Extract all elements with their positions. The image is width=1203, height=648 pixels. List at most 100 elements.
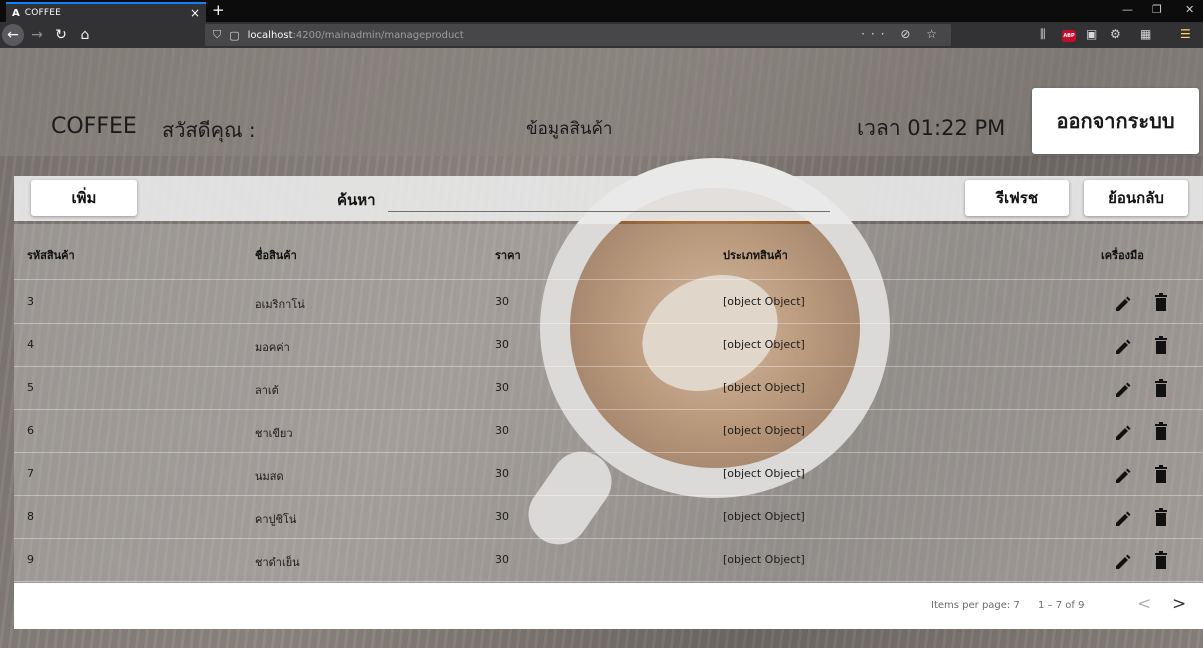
edit-icon[interactable] — [1113, 420, 1133, 442]
cell-product-name: ชาดำเย็น — [255, 556, 300, 569]
cell-product-name: อเมริกาโน่ — [255, 298, 305, 311]
cell-product-price: 30 — [495, 553, 509, 566]
edit-icon[interactable] — [1113, 506, 1133, 528]
url-path: :4200/mainadmin/manageproduct — [292, 29, 464, 41]
cell-product-id: 3 — [27, 295, 34, 308]
table-row: 7 นมสด 30 [object Object] — [14, 453, 1203, 496]
cell-product-type: [object Object] — [723, 467, 805, 480]
cell-product-type: [object Object] — [723, 338, 805, 351]
page-title: ข้อมูลสินค้า — [526, 119, 613, 139]
cell-product-price: 30 — [495, 381, 509, 394]
delete-icon[interactable] — [1151, 420, 1171, 442]
browser-tab[interactable]: A COFFEE × — [6, 2, 206, 22]
table-header-row: รหัสสินค้า ชื่อสินค้า ราคา ประเภทสินค้า … — [14, 224, 1203, 280]
column-header-name[interactable]: ชื่อสินค้า — [255, 246, 297, 264]
items-per-page-label[interactable]: Items per page: 7 — [931, 600, 1020, 611]
library-icon[interactable]: ⫼ — [1040, 27, 1046, 42]
search-input[interactable] — [388, 184, 830, 212]
edit-icon[interactable] — [1113, 291, 1133, 313]
search-label: ค้นหา — [337, 191, 376, 209]
edit-icon[interactable] — [1113, 549, 1133, 571]
edit-icon[interactable] — [1113, 463, 1133, 485]
table-row: 4 มอคค่า 30 [object Object] — [14, 324, 1203, 367]
adblock-icon[interactable]: ABP — [1062, 30, 1076, 42]
cell-product-price: 30 — [495, 338, 509, 351]
close-window-icon[interactable]: ✕ — [1185, 3, 1194, 16]
column-header-price[interactable]: ราคา — [495, 246, 521, 264]
cell-product-price: 30 — [495, 295, 509, 308]
cell-product-price: 30 — [495, 424, 509, 437]
table-row: 3 อเมริกาโน่ 30 [object Object] — [14, 281, 1203, 324]
reload-icon[interactable]: ↻ — [50, 24, 72, 46]
url-bar[interactable]: ⛉ ▢ localhost:4200/mainadmin/manageprodu… — [205, 24, 951, 46]
product-table: รหัสสินค้า ชื่อสินค้า ราคา ประเภทสินค้า … — [14, 224, 1203, 629]
column-header-tools: เครื่องมือ — [1101, 249, 1144, 262]
refresh-button[interactable]: รีเฟรช — [965, 180, 1069, 216]
delete-icon[interactable] — [1151, 334, 1171, 356]
cell-product-id: 9 — [27, 553, 34, 566]
add-product-button[interactable]: เพิ่ม — [31, 180, 137, 216]
cell-product-price: 30 — [495, 510, 509, 523]
column-header-type[interactable]: ประเภทสินค้า — [723, 246, 788, 264]
reader-icon[interactable]: ▣ — [1086, 27, 1097, 41]
delete-icon[interactable] — [1151, 463, 1171, 485]
tab-favicon-icon: A — [12, 7, 20, 19]
table-row: 9 ชาดำเย็น 30 [object Object] — [14, 539, 1203, 582]
page-icon: ▢ — [229, 28, 240, 42]
cell-product-name: มอคค่า — [255, 341, 290, 354]
menu-icon[interactable]: ☰ — [1180, 27, 1191, 41]
delete-icon[interactable] — [1151, 377, 1171, 399]
edit-icon[interactable] — [1113, 334, 1133, 356]
cell-product-type: [object Object] — [723, 381, 805, 394]
delete-icon[interactable] — [1151, 549, 1171, 571]
paginator: Items per page: 7 1 – 7 of 9 < > — [14, 583, 1203, 629]
cell-product-price: 30 — [495, 467, 509, 480]
shield-icon[interactable]: ⛉ — [213, 28, 221, 42]
cell-product-id: 5 — [27, 381, 34, 394]
app-header: COFFEE สวัสดีคุณ : ข้อมูลสินค้า เวลา 01:… — [0, 48, 1203, 156]
previous-page-icon[interactable]: < — [1137, 594, 1151, 614]
cell-product-type: [object Object] — [723, 295, 805, 308]
table-row: 8 คาปูชิโน่ 30 [object Object] — [14, 496, 1203, 539]
table-row: 6 ชาเขียว 30 [object Object] — [14, 410, 1203, 453]
browser-nav-bar: ← → ↻ ⌂ ⛉ ▢ localhost:4200/mainadmin/man… — [0, 22, 1203, 48]
column-header-id[interactable]: รหัสสินค้า — [27, 246, 75, 264]
cell-product-type: [object Object] — [723, 510, 805, 523]
table-row: 5 ลาเต้ 30 [object Object] — [14, 367, 1203, 410]
cell-product-name: นมสด — [255, 470, 284, 483]
back-button[interactable]: ย้อนกลับ — [1084, 180, 1188, 216]
back-arrow-icon[interactable]: ← — [2, 24, 24, 46]
cell-product-id: 4 — [27, 338, 34, 351]
cell-product-type: [object Object] — [723, 553, 805, 566]
tab-title: COFFEE — [24, 8, 62, 18]
cell-product-name: ลาเต้ — [255, 384, 279, 397]
restore-icon[interactable]: ❐ — [1152, 3, 1162, 16]
greeting-text: สวัสดีคุณ : — [162, 118, 256, 142]
cell-product-id: 6 — [27, 424, 34, 437]
new-tab-icon[interactable]: + — [212, 1, 225, 19]
clock-text: เวลา 01:22 PM — [857, 116, 1006, 140]
delete-icon[interactable] — [1151, 291, 1171, 313]
tab-close-icon[interactable]: × — [190, 6, 200, 20]
edit-icon[interactable] — [1113, 377, 1133, 399]
extension-icon[interactable]: ⚙ — [1110, 27, 1121, 41]
app-logo: COFFEE — [51, 114, 137, 139]
minimize-icon[interactable]: — — [1122, 3, 1133, 16]
cell-product-name: คาปูชิโน่ — [255, 513, 297, 526]
cell-product-id: 7 — [27, 467, 34, 480]
url-host: localhost — [247, 29, 293, 41]
page-range-label: 1 – 7 of 9 — [1038, 600, 1085, 611]
cell-product-type: [object Object] — [723, 424, 805, 437]
next-page-icon[interactable]: > — [1172, 594, 1186, 614]
page-viewport: COFFEE สวัสดีคุณ : ข้อมูลสินค้า เวลา 01:… — [0, 48, 1203, 648]
logout-button[interactable]: ออกจากระบบ — [1032, 88, 1199, 154]
cell-product-id: 8 — [27, 510, 34, 523]
browser-tab-bar: A COFFEE × + — ❐ ✕ — [0, 0, 1203, 22]
page-actions[interactable]: ··· ⊘ ☆ — [861, 27, 943, 41]
home-icon[interactable]: ⌂ — [74, 24, 96, 46]
cell-product-name: ชาเขียว — [255, 427, 293, 440]
forward-arrow-icon[interactable]: → — [26, 24, 48, 46]
product-toolbar: เพิ่ม ค้นหา รีเฟรช ย้อนกลับ — [14, 176, 1203, 221]
apps-icon[interactable]: ▦ — [1140, 27, 1151, 41]
delete-icon[interactable] — [1151, 506, 1171, 528]
